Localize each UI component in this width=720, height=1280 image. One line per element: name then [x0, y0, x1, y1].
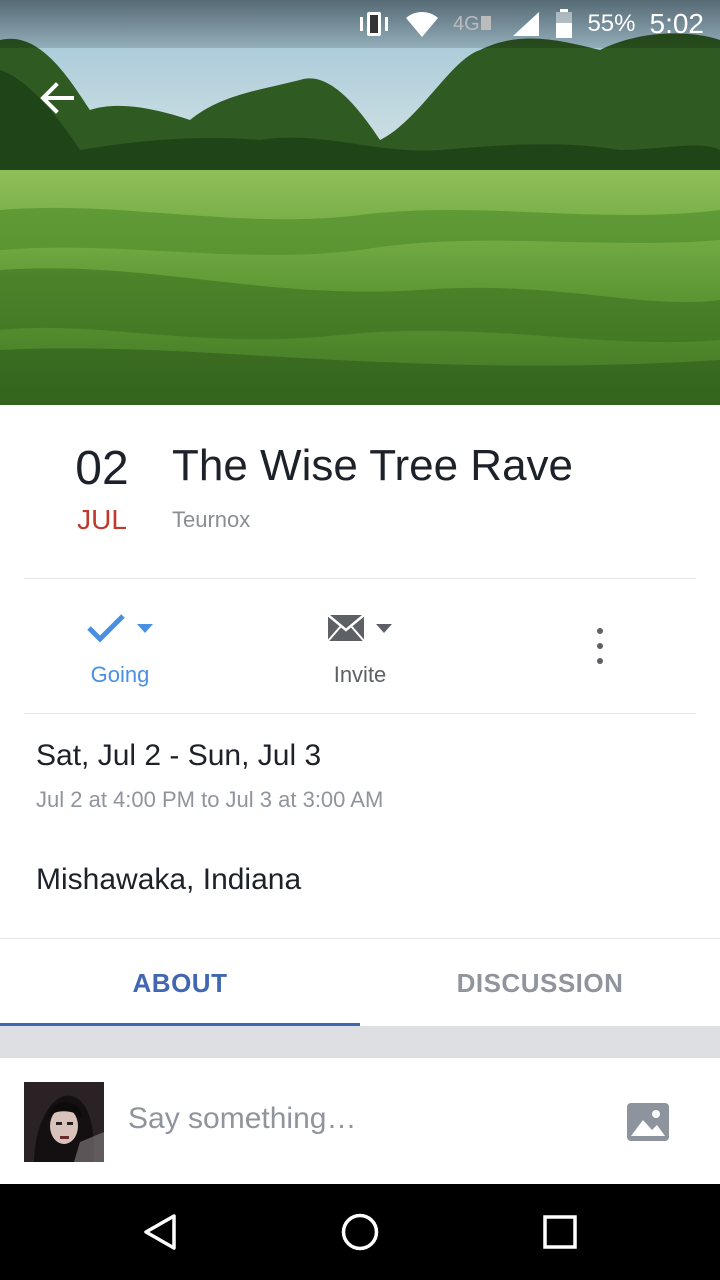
event-title: The Wise Tree Rave [172, 441, 574, 490]
tab-discussion[interactable]: DISCUSSION [360, 939, 720, 1027]
recents-square-icon [543, 1215, 577, 1249]
home-circle-icon [341, 1213, 379, 1251]
nav-home-button[interactable] [338, 1210, 382, 1254]
event-details: Sat, Jul 2 - Sun, Jul 3 Jul 2 at 4:00 PM… [0, 715, 720, 938]
event-host[interactable]: Teurnox [172, 507, 692, 533]
battery-icon [555, 9, 573, 39]
status-bar: 4G 55% 5:02 [0, 0, 720, 48]
svg-text:4G: 4G [453, 13, 480, 35]
event-tabs: ABOUT DISCUSSION [0, 938, 720, 1027]
event-title-block: The Wise Tree Rave Teurnox [172, 441, 692, 533]
cover-image [0, 0, 720, 405]
event-month: JUL [77, 503, 127, 535]
going-label: Going [90, 662, 150, 687]
invite-button[interactable]: Invite [280, 606, 440, 688]
battery-percent: 55% [587, 10, 636, 37]
divider [24, 713, 696, 714]
checkmark-icon [87, 614, 125, 643]
back-button[interactable] [34, 76, 78, 120]
wifi-icon [405, 10, 439, 38]
status-time: 5:02 [649, 8, 705, 39]
signal-icon [511, 10, 541, 38]
post-input[interactable]: Say something… [128, 1102, 356, 1136]
vibrate-icon [357, 11, 391, 37]
invite-label: Invite [333, 662, 387, 687]
event-time-range: Jul 2 at 4:00 PM to Jul 3 at 3:00 AM [36, 787, 384, 812]
photo-icon [627, 1103, 669, 1141]
envelope-icon [327, 614, 365, 642]
event-location[interactable]: Mishawaka, Indiana [36, 863, 301, 897]
tab-about[interactable]: ABOUT [0, 939, 360, 1027]
caret-down-icon [137, 624, 153, 633]
going-button[interactable]: Going [40, 606, 200, 688]
more-vertical-icon [597, 658, 603, 664]
event-date-badge: 02 JUL [52, 442, 152, 536]
back-triangle-icon [144, 1214, 176, 1250]
back-arrow-icon [40, 82, 74, 114]
add-photo-button[interactable] [626, 1102, 670, 1142]
lte-icon: 4G [453, 10, 497, 38]
more-vertical-icon [597, 643, 603, 649]
event-header: 02 JUL The Wise Tree Rave Teurnox [0, 405, 720, 579]
event-date-range[interactable]: Sat, Jul 2 - Sun, Jul 3 [36, 739, 321, 773]
event-actions: Going Invite [0, 580, 720, 714]
section-separator [0, 1026, 720, 1058]
system-nav-bar [0, 1184, 720, 1280]
caret-down-icon [376, 624, 392, 633]
divider [24, 578, 696, 579]
nav-recents-button[interactable] [538, 1210, 582, 1254]
more-vertical-icon [597, 628, 603, 634]
post-composer: Say something… [0, 1058, 720, 1184]
nav-back-button[interactable] [138, 1210, 182, 1254]
event-day: 02 [75, 442, 129, 495]
more-options-button[interactable] [580, 624, 620, 668]
cover-photo: 4G 55% 5:02 [0, 0, 720, 405]
avatar[interactable] [24, 1082, 104, 1162]
